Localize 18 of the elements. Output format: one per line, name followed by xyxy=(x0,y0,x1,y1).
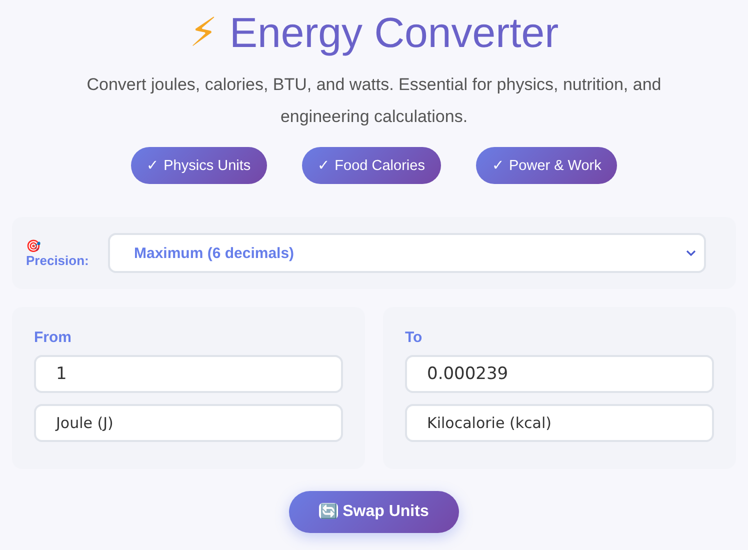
value-field[interactable]: 1 xyxy=(34,355,343,393)
feature-badge: ✓ Physics Units xyxy=(130,147,267,184)
chevron-down-icon xyxy=(686,250,696,256)
value-field[interactable]: 0.000239 xyxy=(405,355,714,393)
feature-badge: ✓ Food Calories xyxy=(302,147,441,184)
lightning-icon: ⚡ xyxy=(189,10,218,56)
unit-select[interactable]: Joule (J) xyxy=(34,404,343,442)
unit-select[interactable]: Kilocalorie (kcal) xyxy=(405,404,714,442)
field-label: To xyxy=(405,329,424,346)
page-subtitle: Convert joules, calories, BTU, and watts. Essential for physics, nutrition, and engineering calculations. xyxy=(86,74,662,128)
precision-select[interactable]: Maximum (6 decimals) xyxy=(108,233,706,273)
refresh-icon: 🔄 xyxy=(319,503,338,519)
swap-button[interactable]: 🔄 Swap Units xyxy=(289,491,459,533)
page-title: Energy Converter xyxy=(229,9,559,57)
feature-badge: ✓ Power & Work xyxy=(476,147,618,184)
field-label: From xyxy=(34,329,72,346)
target-icon: 🎯 xyxy=(26,238,88,252)
precision-label: Precision: xyxy=(26,252,88,268)
